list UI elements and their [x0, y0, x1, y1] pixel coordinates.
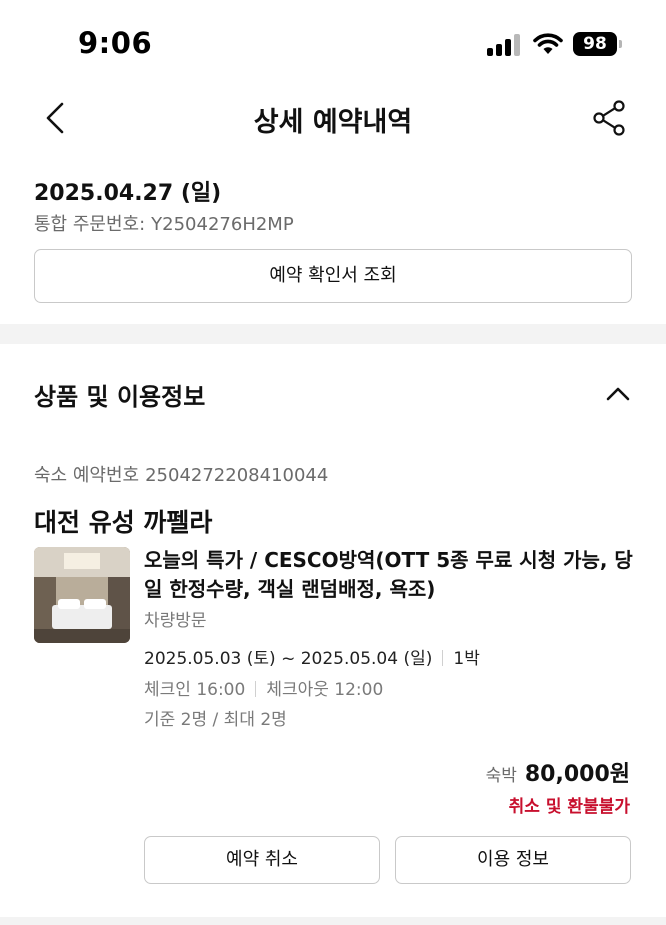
stay-dates: 2025.05.03 (토) ~ 2025.05.04 (일) 1박: [144, 644, 480, 669]
status-bar: 9:06 98: [0, 0, 666, 80]
divider: [442, 650, 444, 666]
check-times: 체크인 16:00 체크아웃 12:00: [144, 675, 383, 700]
check-in-time: 체크인 16:00: [144, 680, 246, 700]
section-divider: [0, 324, 666, 344]
room-thumbnail[interactable]: [34, 547, 130, 643]
battery-icon: 98: [573, 32, 623, 56]
check-in-date: 2025.05.03 (토): [144, 649, 276, 669]
signal-icon: [487, 34, 521, 56]
room-visit-type: 차량방문: [144, 611, 207, 631]
check-out-date: 2025.05.04 (일): [300, 649, 433, 669]
order-number-label: 통합 주문번호:: [34, 214, 146, 235]
chevron-up-icon: [606, 387, 630, 401]
nights: 1박: [453, 649, 480, 669]
check-out-time: 체크아웃 12:00: [266, 680, 384, 700]
usage-info-button[interactable]: 이용 정보: [395, 836, 631, 884]
collapse-button[interactable]: [602, 378, 634, 410]
share-icon: [593, 100, 625, 136]
booking-number: 숙소 예약번호 2504272208410044: [34, 461, 328, 487]
price-value: 80,000원: [524, 762, 630, 787]
status-time: 9:06: [78, 26, 153, 60]
order-number: 통합 주문번호: Y2504276H2MP: [34, 210, 294, 236]
price-label: 숙박: [485, 766, 517, 786]
share-button[interactable]: [590, 98, 630, 138]
room-name: 오늘의 특가 / CESCO방역(OTT 5종 무료 시청 가능, 당일 한정수…: [144, 548, 633, 601]
occupancy: 기준 2명 / 최대 2명: [144, 710, 287, 730]
hotel-name: 대전 유성 까펠라: [34, 508, 213, 537]
price-row: 숙박 80,000원: [486, 756, 630, 788]
cancel-reservation-button[interactable]: 예약 취소: [144, 836, 380, 884]
order-number-value: Y2504276H2MP: [151, 214, 294, 235]
reservation-confirmation-button[interactable]: 예약 확인서 조회: [34, 249, 632, 303]
order-date: 2025.04.27 (일): [34, 181, 222, 206]
booking-number-value: 2504272208410044: [145, 465, 329, 486]
wifi-icon: [532, 32, 564, 56]
booking-number-label: 숙소 예약번호: [34, 465, 140, 486]
date-separator: ~: [281, 649, 296, 669]
battery-level: 98: [573, 32, 617, 56]
divider: [255, 681, 257, 697]
refund-policy: 취소 및 환불불가: [508, 797, 630, 817]
page-title: 상세 예약내역: [253, 107, 413, 138]
header: 상세 예약내역: [0, 84, 666, 152]
product-section-title: 상품 및 이용정보: [34, 383, 206, 411]
section-divider: [0, 917, 666, 925]
